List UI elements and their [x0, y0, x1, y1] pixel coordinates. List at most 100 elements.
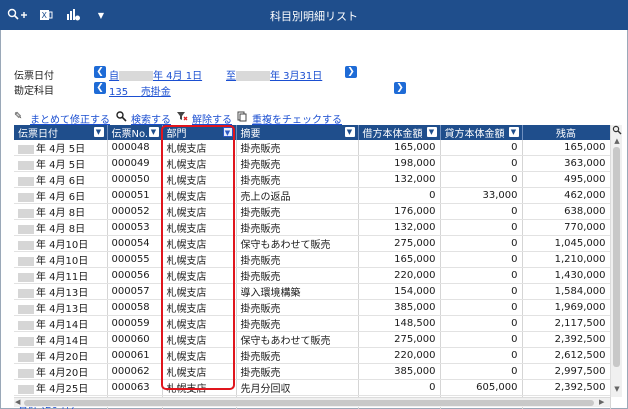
table-row[interactable]: 年 4月25日 000063 札幌支店 先月分回収 0 605,000 2,392,500 [14, 379, 611, 396]
slip-date-cell: 年 4月13日 [14, 283, 108, 300]
account-prev-button[interactable]: ❮ [94, 82, 106, 94]
slip-date-cell: 年 4月25日 [14, 379, 108, 396]
table-row[interactable]: 年 4月 5日 000049 札幌支店 掛売販売 198,000 0 363,000 [14, 155, 611, 172]
credit-cell: 0 [440, 251, 523, 268]
table-row[interactable]: 年 4月11日 000056 札幌支店 掛売販売 220,000 0 1,430,000 [14, 267, 611, 284]
slip-no-cell: 000060 [107, 331, 163, 348]
clear-link[interactable]: 解除する [192, 111, 232, 126]
date-to-link[interactable]: 至年 3月31日 [226, 67, 322, 82]
column-header-description[interactable]: 摘要 ▼ [236, 125, 359, 140]
department-cell: 札幌支店 [162, 283, 237, 300]
magnifier-icon[interactable] [611, 125, 623, 135]
table-row[interactable]: 年 4月20日 000062 札幌支店 掛売販売 385,000 0 2,997,500 [14, 363, 611, 380]
masked-year [119, 71, 153, 81]
sort-dropdown-icon[interactable]: ▼ [508, 127, 519, 137]
slip-no-cell: 000061 [107, 347, 163, 364]
column-header-credit[interactable]: 貸方本体金額 ▼ [440, 125, 523, 140]
masked-year [18, 192, 34, 202]
department-cell: 札幌支店 [162, 219, 237, 236]
account-next-button[interactable]: ❯ [394, 82, 406, 94]
credit-cell: 0 [440, 299, 523, 316]
slip-no-cell: 000053 [107, 219, 163, 236]
sort-dropdown-icon[interactable]: ▼ [426, 127, 437, 137]
slip-date-cell: 年 4月 8日 [14, 203, 108, 220]
sort-dropdown-icon[interactable]: ▼ [148, 127, 159, 137]
vertical-scrollbar[interactable]: ▲ ▼ [610, 125, 622, 397]
column-header-slip-no[interactable]: 伝票No. ▼ [107, 125, 163, 140]
table-row[interactable]: 年 4月14日 000060 札幌支店 保守もあわせて販売 275,000 0 2,392,… [14, 331, 611, 348]
masked-year [18, 256, 34, 266]
debit-cell: 0 [358, 187, 441, 204]
bulk-edit-link[interactable]: まとめて修正する [30, 111, 110, 126]
table-row[interactable]: 年 4月 6日 000051 札幌支店 売上の返品 0 33,000 462,000 [14, 187, 611, 204]
debit-cell: 165,000 [358, 140, 441, 156]
description-cell: 導入環境構築 [236, 283, 359, 300]
horizontal-scrollbar[interactable]: ◀ ▶ [14, 397, 610, 407]
credit-cell: 0 [440, 267, 523, 284]
department-cell: 札幌支店 [162, 155, 237, 172]
table-row[interactable]: 年 4月14日 000059 札幌支店 掛売販売 148,500 0 2,117,500 [14, 315, 611, 332]
balance-cell: 2,997,500 [522, 363, 611, 380]
credit-cell: 0 [440, 219, 523, 236]
description-cell: 先月分回収 [236, 379, 359, 396]
table-row[interactable]: 年 4月 8日 000053 札幌支店 掛売販売 132,000 0 770,000 [14, 219, 611, 236]
scroll-thumb[interactable] [24, 400, 594, 406]
sort-dropdown-icon[interactable]: ▼ [344, 127, 355, 137]
column-header-balance[interactable]: 残高 [522, 125, 611, 140]
table-row[interactable]: 年 4月13日 000058 札幌支店 掛売販売 385,000 0 1,969,000 [14, 299, 611, 316]
table-row[interactable]: 年 4月10日 000054 札幌支店 保守もあわせて販売 275,000 0 1,045,… [14, 235, 611, 252]
description-cell: 掛売販売 [236, 171, 359, 188]
table-row[interactable]: 年 4月20日 000061 札幌支店 掛売販売 220,000 0 2,612,500 [14, 347, 611, 364]
table-row[interactable]: 年 4月13日 000057 札幌支店 導入環境構築 154,000 0 1,584,000 [14, 283, 611, 300]
balance-cell: 770,000 [522, 219, 611, 236]
scroll-up-icon[interactable]: ▲ [611, 137, 623, 147]
debit-cell: 220,000 [358, 347, 441, 364]
table-row[interactable]: 年 4月 5日 000048 札幌支店 掛売販売 165,000 0 165,000 [14, 140, 611, 156]
slip-date-cell: 年 4月 6日 [14, 171, 108, 188]
sort-dropdown-icon[interactable]: ▼ [93, 127, 104, 137]
balance-cell: 1,045,000 [522, 235, 611, 252]
balance-cell: 1,969,000 [522, 299, 611, 316]
slip-no-cell: 000049 [107, 155, 163, 172]
slip-date-cell: 年 4月 6日 [14, 187, 108, 204]
debit-cell: 0 [358, 379, 441, 396]
scroll-thumb[interactable] [613, 147, 620, 367]
date-next-button[interactable]: ❯ [345, 66, 357, 78]
clear-filter-icon [176, 111, 188, 125]
column-header-debit[interactable]: 借方本体金額 ▼ [358, 125, 441, 140]
debit-cell: 275,000 [358, 331, 441, 348]
slip-no-cell: 000058 [107, 299, 163, 316]
slip-no-cell: 000054 [107, 235, 163, 252]
debit-cell: 132,000 [358, 219, 441, 236]
department-cell: 札幌支店 [162, 347, 237, 364]
department-cell: 札幌支店 [162, 331, 237, 348]
department-cell: 札幌支店 [162, 379, 237, 396]
table-row[interactable]: 年 4月 8日 000052 札幌支店 掛売販売 176,000 0 638,000 [14, 203, 611, 220]
masked-year [18, 336, 34, 346]
scroll-right-icon[interactable]: ▶ [599, 398, 604, 406]
masked-year [18, 288, 34, 298]
scroll-left-icon[interactable]: ◀ [15, 398, 20, 406]
slip-no-cell: 000056 [107, 267, 163, 284]
department-cell: 札幌支店 [162, 235, 237, 252]
department-cell: 札幌支店 [162, 363, 237, 380]
debit-cell: 148,500 [358, 315, 441, 332]
table-row[interactable]: 年 4月10日 000055 札幌支店 掛売販売 165,000 0 1,210,000 [14, 251, 611, 268]
description-cell: 掛売販売 [236, 347, 359, 364]
date-from-link[interactable]: 自年 4月 1日 [109, 67, 202, 82]
scroll-down-icon[interactable]: ▼ [611, 385, 623, 395]
masked-year [18, 144, 34, 154]
column-header-slip-date[interactable]: 伝票日付 ▼ [14, 125, 108, 140]
slip-date-cell: 年 4月14日 [14, 315, 108, 332]
duplicate-check-link[interactable]: 重複をチェックする [252, 111, 342, 126]
debit-cell: 385,000 [358, 299, 441, 316]
description-cell: 掛売販売 [236, 363, 359, 380]
account-link[interactable]: 135 売掛金 [109, 83, 171, 98]
search-link[interactable]: 検索する [131, 111, 171, 126]
table-row[interactable]: 年 4月 6日 000050 札幌支店 掛売販売 132,000 0 495,000 [14, 171, 611, 188]
column-header-department[interactable]: 部門 ▼ [162, 125, 237, 140]
masked-year [18, 208, 34, 218]
slip-date-cell: 年 4月 8日 [14, 219, 108, 236]
filter-active-icon[interactable]: ▼ [222, 127, 233, 137]
date-prev-button[interactable]: ❮ [94, 66, 106, 78]
